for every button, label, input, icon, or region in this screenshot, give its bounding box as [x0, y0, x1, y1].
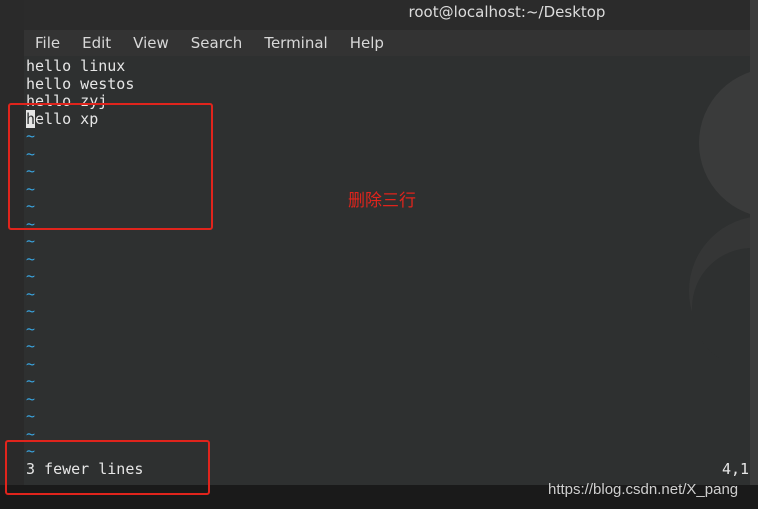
menubar: File Edit View Search Terminal Help [24, 30, 750, 56]
menu-edit[interactable]: Edit [71, 34, 122, 52]
empty-line-tilde: ~ [26, 249, 36, 268]
menu-file[interactable]: File [24, 34, 71, 52]
right-background [750, 0, 758, 509]
empty-line-tilde: ~ [26, 407, 36, 425]
left-gutter [0, 0, 24, 509]
annotation-box-status [5, 440, 210, 495]
annotation-box-deleted-lines [8, 103, 213, 230]
empty-line-tilde: ~ [26, 232, 36, 250]
empty-line-tilde: ~ [26, 372, 36, 390]
empty-line-tilde: ~ [26, 302, 36, 320]
empty-line-tilde: ~ [26, 354, 36, 373]
menu-terminal[interactable]: Terminal [253, 34, 338, 52]
menu-help[interactable]: Help [339, 34, 395, 52]
window-titlebar[interactable]: root@localhost:~/Desktop [24, 0, 750, 30]
empty-line-tilde: ~ [26, 319, 36, 338]
empty-line-tilde: ~ [26, 389, 36, 408]
window-title: root@localhost:~/Desktop [408, 3, 606, 21]
menu-view[interactable]: View [122, 34, 180, 52]
cursor-position: 4,1 [722, 460, 750, 478]
text-line: hello westos [26, 74, 135, 93]
menu-search[interactable]: Search [180, 34, 254, 52]
empty-line-tilde: ~ [26, 284, 36, 303]
watermark: https://blog.csdn.net/X_pang [548, 481, 739, 498]
annotation-note: 删除三行 [348, 191, 416, 211]
background-circle-decoration [699, 68, 750, 218]
empty-line-tilde: ~ [26, 267, 36, 285]
text-line: hello linux [26, 57, 126, 75]
empty-line-tilde: ~ [26, 337, 36, 355]
